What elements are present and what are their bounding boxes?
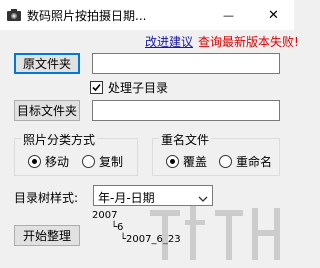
classify-move-option[interactable]: 移动	[28, 153, 69, 170]
close-button[interactable]: ✕	[256, 0, 291, 30]
check-icon	[92, 83, 101, 92]
target-folder-button[interactable]: 目标文件夹	[14, 100, 80, 121]
overwrite-option[interactable]: 覆盖	[166, 153, 207, 170]
title-bar: 数码照片按拍摄日期... — ✕	[0, 0, 294, 30]
overwrite-radio[interactable]	[166, 155, 179, 168]
duplicate-file-title: 重名文件	[159, 131, 212, 148]
classify-move-label: 移动	[45, 155, 70, 169]
target-folder-button-label: 目标文件夹	[16, 104, 77, 118]
classify-method-title: 照片分类方式	[21, 131, 98, 148]
process-subdir-checkbox[interactable]	[90, 81, 103, 94]
tree-style-label: 目录树样式:	[14, 191, 79, 205]
minimize-button[interactable]: —	[211, 0, 246, 30]
start-organize-button-label: 开始整理	[22, 229, 71, 243]
tree-preview-month: └6	[111, 222, 124, 233]
overwrite-label: 覆盖	[183, 155, 208, 169]
update-status-link[interactable]: 查询最新版本失败!	[198, 33, 299, 50]
rename-label: 重命名	[236, 155, 273, 169]
process-subdir-option[interactable]: 处理子目录	[90, 79, 168, 96]
close-icon: ✕	[268, 7, 279, 23]
target-folder-field[interactable]	[92, 100, 280, 121]
process-subdir-label: 处理子目录	[108, 81, 169, 95]
window-title: 数码照片按拍摄日期...	[27, 9, 147, 23]
rename-option[interactable]: 重命名	[219, 153, 272, 170]
source-folder-button[interactable]: 原文件夹	[14, 53, 80, 74]
classify-copy-radio[interactable]	[82, 155, 95, 168]
watermark-logo	[150, 205, 280, 260]
source-folder-field[interactable]	[92, 53, 280, 74]
classify-move-radio[interactable]	[28, 155, 41, 168]
camera-icon	[6, 7, 22, 23]
minimize-icon: —	[223, 8, 234, 22]
duplicate-file-group: 重名文件 覆盖 重命名	[152, 131, 280, 176]
start-organize-button[interactable]: 开始整理	[14, 225, 80, 246]
source-folder-button-label: 原文件夹	[22, 57, 71, 71]
classify-copy-label: 复制	[99, 155, 124, 169]
classify-method-group: 照片分类方式 移动 复制	[14, 131, 138, 176]
suggestion-link[interactable]: 改进建议	[145, 33, 193, 50]
classify-copy-option[interactable]: 复制	[82, 153, 123, 170]
rename-radio[interactable]	[219, 155, 232, 168]
tree-preview-year: 2007	[92, 210, 118, 221]
